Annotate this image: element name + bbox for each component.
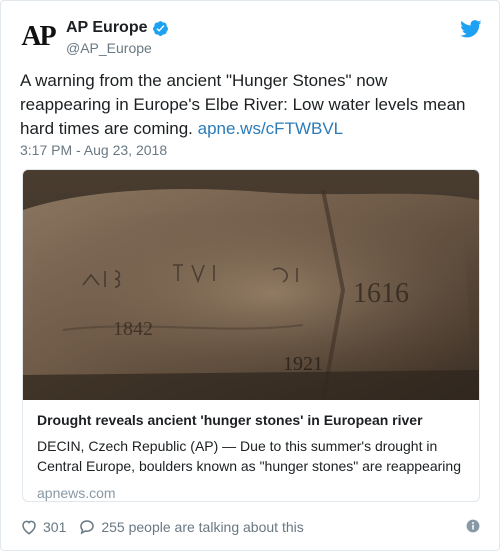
like-count[interactable]: 301 bbox=[43, 519, 66, 535]
avatar-logo: AP bbox=[21, 21, 56, 52]
verified-badge-icon bbox=[152, 20, 168, 36]
tweet-header: AP AP Europe @AP_Europe bbox=[20, 15, 482, 59]
talking-count[interactable]: 255 people are talking about this bbox=[101, 519, 303, 535]
card-description: DECIN, Czech Republic (AP) — Due to this… bbox=[37, 438, 461, 474]
display-name[interactable]: AP Europe bbox=[66, 19, 148, 37]
tweet-text: A warning from the ancient "Hunger Stone… bbox=[20, 69, 482, 141]
avatar[interactable]: AP bbox=[20, 19, 56, 55]
carving-year-1616: 1616 bbox=[353, 278, 409, 309]
card-domain: apnews.com bbox=[37, 485, 116, 501]
card-image: 1616 1842 1921 bbox=[23, 170, 479, 400]
card-body: Drought reveals ancient 'hunger stones' … bbox=[23, 400, 479, 501]
tweet-footer: 301 255 people are talking about this bbox=[20, 516, 482, 538]
name-row: AP Europe bbox=[66, 19, 169, 37]
timestamp[interactable]: 3:17 PM - Aug 23, 2018 bbox=[20, 142, 167, 158]
link-card[interactable]: 1616 1842 1921 Drought reveals ancient '… bbox=[22, 169, 480, 502]
info-icon[interactable] bbox=[466, 519, 480, 533]
card-title: Drought reveals ancient 'hunger stones' … bbox=[37, 412, 423, 428]
tweet-link[interactable]: apne.ws/cFTWBVL bbox=[198, 119, 344, 138]
twitter-bird-icon[interactable] bbox=[460, 20, 482, 38]
speech-bubble-icon[interactable] bbox=[78, 518, 96, 536]
carving-year-1842: 1842 bbox=[113, 318, 153, 340]
handle[interactable]: @AP_Europe bbox=[66, 40, 152, 56]
embedded-tweet: AP AP Europe @AP_Europe A warning from t… bbox=[0, 0, 500, 551]
carving-year-1921: 1921 bbox=[283, 353, 323, 375]
heart-icon[interactable] bbox=[20, 518, 38, 536]
